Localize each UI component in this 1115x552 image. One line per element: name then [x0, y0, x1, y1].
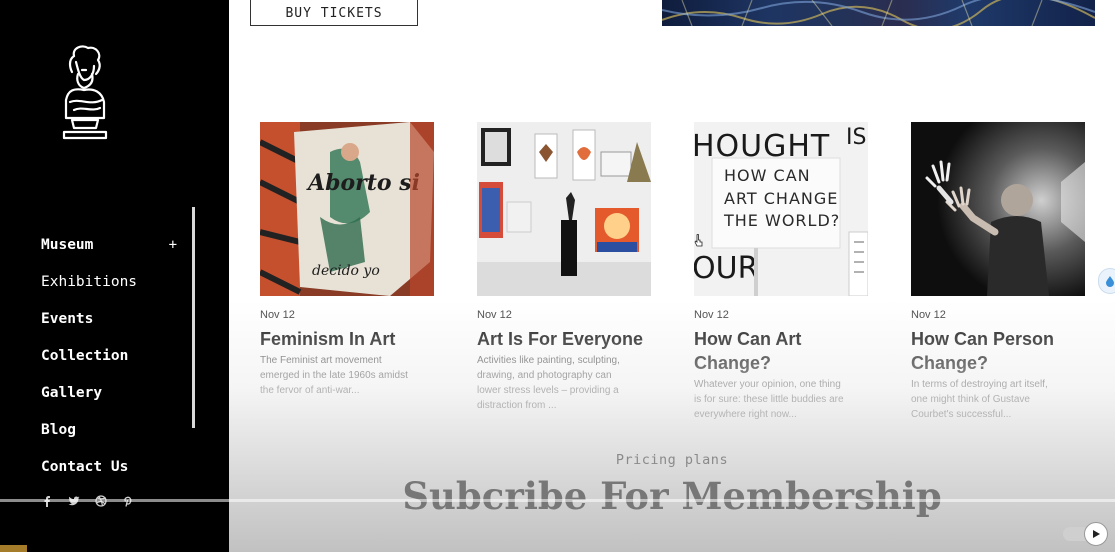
- card-image[interactable]: Aborto si decido yo: [260, 122, 434, 296]
- card-image-text: Aborto si: [306, 170, 420, 196]
- main-nav: Museum + Exhibitions Events Collection G…: [41, 226, 181, 485]
- nav-item-gallery[interactable]: Gallery: [41, 374, 181, 411]
- blog-card[interactable]: Aborto si decido yo Nov 12 Feminism In A…: [260, 122, 434, 398]
- bust-statue-icon[interactable]: [52, 44, 116, 144]
- nav-item-events[interactable]: Events: [41, 300, 181, 337]
- card-excerpt: In terms of destroying art itself, one m…: [911, 379, 1048, 420]
- play-icon[interactable]: [1084, 522, 1108, 546]
- mouse-cursor-icon: [694, 233, 704, 247]
- blog-card[interactable]: HOUGHT IS HOW CAN ART CHANGE THE WORLD? …: [694, 122, 868, 422]
- card-image-text: THE WORLD?: [723, 211, 840, 230]
- blog-card[interactable]: Nov 12 Art Is For Everyone Activities li…: [477, 122, 651, 413]
- buy-tickets-button[interactable]: BUY TICKETS: [250, 0, 418, 26]
- nav-item-label: Gallery: [41, 384, 103, 401]
- nav-item-blog[interactable]: Blog: [41, 411, 181, 448]
- card-image[interactable]: [477, 122, 651, 296]
- card-image-text: HOW CAN: [724, 166, 811, 185]
- badge: [0, 545, 27, 552]
- card-excerpt: Activities like painting, sculpting, dra…: [477, 355, 620, 411]
- nav-item-collection[interactable]: Collection: [41, 337, 181, 374]
- water-drop-icon[interactable]: [1098, 268, 1115, 294]
- nav-item-label: Museum: [41, 236, 94, 253]
- card-date: Nov 12: [911, 309, 946, 321]
- nav-item-museum[interactable]: Museum +: [41, 226, 181, 263]
- pricing-kicker: Pricing plans: [615, 452, 729, 468]
- card-title[interactable]: Feminism In Art: [260, 327, 434, 351]
- nav-item-contact-us[interactable]: Contact Us: [41, 448, 181, 485]
- card-date: Nov 12: [477, 309, 512, 321]
- sidebar: Museum + Exhibitions Events Collection G…: [0, 0, 229, 552]
- blog-card[interactable]: Nov 12 How Can Person Change? In terms o…: [911, 122, 1085, 422]
- card-title[interactable]: How Can Person Change?: [911, 327, 1085, 375]
- card-date: Nov 12: [694, 309, 729, 321]
- card-image[interactable]: [911, 122, 1085, 296]
- card-image-text: decido yo: [312, 263, 380, 279]
- nav-item-label: Contact Us: [41, 458, 129, 475]
- pricing-title: Subcribe For Membership: [402, 474, 942, 518]
- card-image-text: IS: [846, 125, 866, 150]
- video-progress-bar[interactable]: [0, 499, 1115, 502]
- card-image-text: OUR: [694, 251, 758, 286]
- autoplay-toggle[interactable]: [1063, 522, 1108, 546]
- card-title[interactable]: Art Is For Everyone: [477, 327, 651, 351]
- expand-plus-icon[interactable]: +: [169, 237, 177, 253]
- card-excerpt: The Feminist art movement emerged in the…: [260, 355, 408, 396]
- hero-image: [662, 0, 1095, 26]
- nav-item-label: Exhibitions: [41, 273, 138, 290]
- card-date: Nov 12: [260, 309, 295, 321]
- nav-item-label: Events: [41, 310, 94, 327]
- card-image-text: ART CHANGE: [724, 189, 838, 208]
- nav-scrollbar[interactable]: [192, 207, 195, 428]
- card-image[interactable]: HOUGHT IS HOW CAN ART CHANGE THE WORLD? …: [694, 122, 868, 296]
- nav-item-label: Blog: [41, 421, 76, 438]
- card-title[interactable]: How Can Art Change?: [694, 327, 868, 375]
- nav-item-label: Collection: [41, 347, 129, 364]
- main-content: BUY TICKETS Aborto si decido yo Nov 12 F…: [229, 0, 1115, 552]
- card-excerpt: Whatever your opinion, one thing is for …: [694, 379, 844, 420]
- nav-item-exhibitions[interactable]: Exhibitions: [41, 263, 181, 300]
